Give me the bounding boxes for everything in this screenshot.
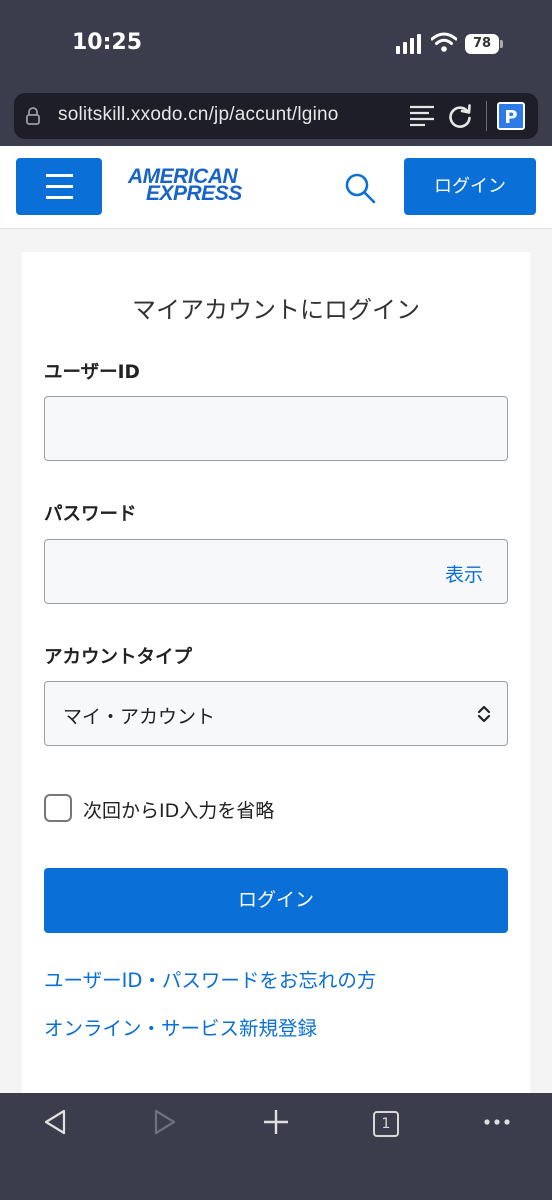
back-icon[interactable] (40, 1107, 70, 1137)
tabs-button[interactable]: 1 (373, 1111, 399, 1137)
address-bar[interactable]: solitskill.xxodo.cn/jp/accunt/lgino P (14, 93, 538, 139)
more-icon[interactable] (482, 1107, 512, 1137)
show-password-button[interactable]: 表示 (445, 560, 483, 587)
reader-icon[interactable] (409, 104, 435, 128)
user-id-label: ユーザーID (44, 362, 140, 383)
browser-chrome: 10:25 78 solitskill.xxodo.cn/jp/accunt/l… (0, 0, 552, 146)
battery-level: 78 (465, 34, 499, 54)
remember-id-checkbox[interactable] (44, 794, 72, 822)
wifi-icon (431, 32, 457, 52)
user-id-input[interactable] (44, 396, 508, 461)
forgot-credentials-link[interactable]: ユーザーID・パスワードをお忘れの方 (44, 964, 376, 993)
browser-toolbar: 1 (0, 1093, 552, 1200)
amex-logo[interactable]: AMERICAN EXPRESS (128, 166, 256, 204)
extension-icon[interactable]: P (497, 102, 525, 130)
lock-icon (26, 107, 40, 125)
page-title: マイアカウントにログイン (132, 296, 420, 324)
menu-button[interactable] (16, 158, 102, 215)
reload-icon[interactable] (447, 103, 473, 129)
account-type-value: マイ・アカウント (63, 706, 216, 728)
login-card: マイアカウントにログイン ユーザーID パスワード 表示 アカウントタイプ マイ… (22, 252, 530, 1094)
account-type-label: アカウントタイプ (44, 647, 193, 668)
battery-icon: 78 (465, 34, 503, 54)
password-input[interactable]: 表示 (44, 539, 508, 604)
password-label: パスワード (44, 504, 137, 525)
chevron-up-down-icon (477, 705, 491, 723)
search-icon[interactable] (342, 170, 378, 206)
site-header: AMERICAN EXPRESS ログイン (0, 146, 552, 229)
login-button[interactable]: ログイン (44, 868, 508, 933)
status-time: 10:25 (72, 30, 143, 55)
header-login-button[interactable]: ログイン (404, 158, 536, 215)
register-link[interactable]: オンライン・サービス新規登録 (44, 1012, 317, 1041)
menu-icon (46, 174, 73, 177)
remember-id-label[interactable]: 次回からID入力を省略 (83, 796, 274, 823)
signal-icon (396, 34, 421, 54)
forward-icon[interactable] (150, 1107, 180, 1137)
account-type-select[interactable]: マイ・アカウント (44, 681, 508, 746)
url-text[interactable]: solitskill.xxodo.cn/jp/accunt/lgino (58, 104, 339, 126)
new-tab-icon[interactable] (261, 1107, 291, 1137)
